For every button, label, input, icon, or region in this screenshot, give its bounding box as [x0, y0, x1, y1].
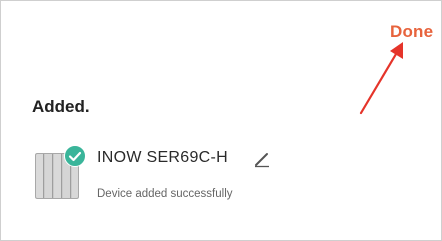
- device-list-item[interactable]: INOW SER69C-H Device added successfully: [31, 139, 411, 209]
- annotation-arrow: [359, 42, 403, 115]
- device-status-text: Device added successfully: [97, 188, 233, 200]
- added-device-screen: Done Added. INOW SER69C-H Device added s…: [0, 0, 442, 241]
- section-title: Added.: [32, 97, 90, 116]
- pencil-icon[interactable]: [253, 150, 271, 168]
- checkmark-circle-icon: [64, 145, 86, 167]
- device-name: INOW SER69C-H: [97, 149, 229, 166]
